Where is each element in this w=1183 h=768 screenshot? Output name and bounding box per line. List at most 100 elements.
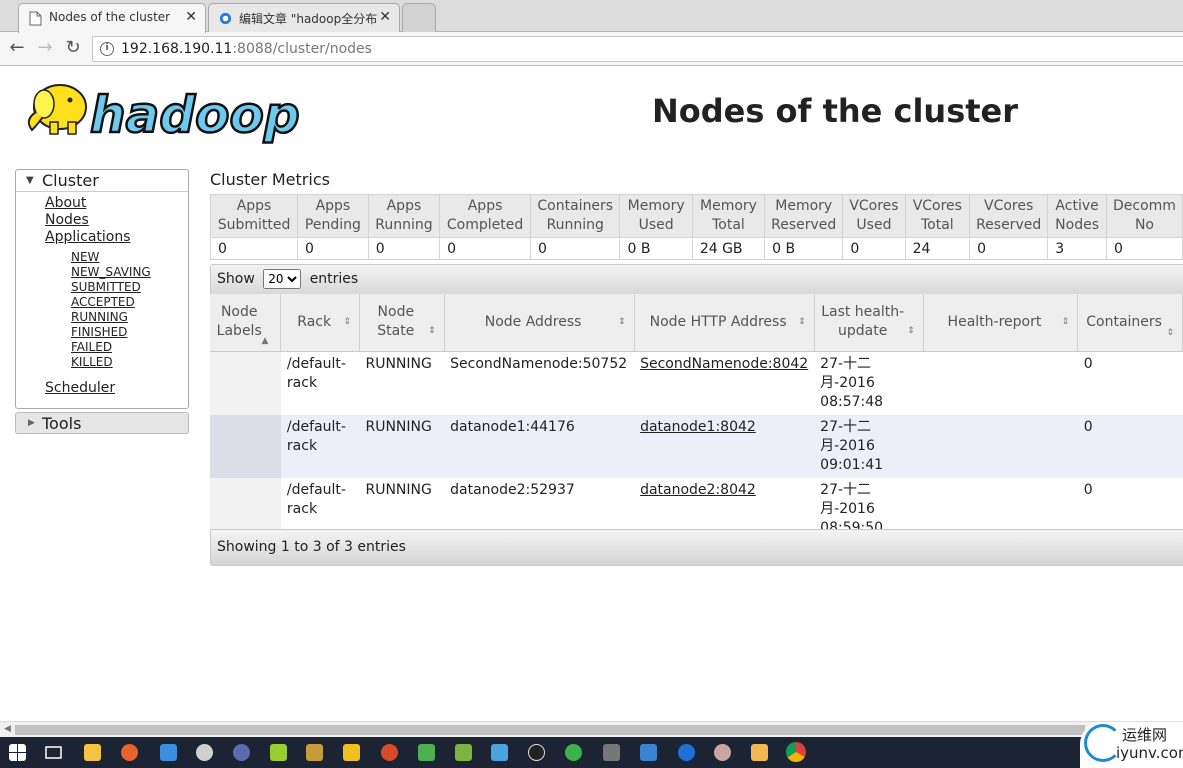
column-header-last-health-update[interactable]: Last health-update ⇕ xyxy=(814,294,924,352)
cell-containers: 0 xyxy=(1077,414,1183,478)
metric-active-nodes-link[interactable]: 3 xyxy=(1055,241,1064,257)
metrics-header: Apps Completed xyxy=(439,194,532,238)
close-icon[interactable]: ✕ xyxy=(185,9,197,25)
sidebar-app-finished[interactable]: FINISHED xyxy=(71,325,127,339)
app-icon[interactable] xyxy=(678,744,695,761)
app-icon[interactable] xyxy=(233,744,250,761)
cell-node-state: RUNNING xyxy=(359,414,445,478)
sidebar-app-new-saving[interactable]: NEW_SAVING xyxy=(71,265,151,279)
metrics-header: Decomm No xyxy=(1105,194,1183,238)
sidebar-link-nodes[interactable]: Nodes xyxy=(45,212,89,228)
tab-title: Nodes of the cluster xyxy=(49,10,171,24)
cell-rack: /default-rack xyxy=(280,414,360,478)
table-length-control: Show 20 entries xyxy=(210,264,1183,295)
cluster-label: Cluster xyxy=(42,171,99,190)
back-arrow-icon[interactable]: ← xyxy=(6,37,28,59)
metrics-header: Apps Running xyxy=(367,194,441,238)
column-header-node-http-address[interactable]: Node HTTP Address ⇕ xyxy=(634,294,815,352)
show-label: Show xyxy=(217,271,255,287)
app-icon[interactable] xyxy=(418,744,435,761)
metric-apps-completed: 0 xyxy=(439,237,532,260)
wechat-icon[interactable] xyxy=(565,744,582,761)
page-size-select[interactable]: 20 xyxy=(263,269,302,289)
metric-memory-used: 0 B xyxy=(619,237,693,260)
app-icon[interactable] xyxy=(714,744,731,761)
qq-icon[interactable] xyxy=(528,744,545,761)
metrics-header: Memory Used xyxy=(619,194,693,238)
column-header-node-labels[interactable]: Node Labels ▲ xyxy=(210,294,282,352)
info-icon[interactable]: i xyxy=(100,42,114,56)
url-host: 192.168.190.11 xyxy=(121,41,233,57)
cell-node-state: RUNNING xyxy=(359,351,445,415)
tab-edit-article[interactable]: 编辑文章 "hadoop全分布 ✕ xyxy=(208,3,400,32)
app-icon[interactable] xyxy=(381,744,398,761)
sidebar-app-killed[interactable]: KILLED xyxy=(71,355,113,369)
metric-containers-running: 0 xyxy=(530,237,621,260)
sort-icon: ⇕ xyxy=(907,326,915,336)
horizontal-scrollbar[interactable]: ◀ xyxy=(0,721,1183,737)
file-explorer-icon[interactable] xyxy=(84,744,101,761)
tab-title: 编辑文章 "hadoop全分布 xyxy=(239,12,378,26)
sidebar-app-submitted[interactable]: SUBMITTED xyxy=(71,280,141,294)
browser-tab-bar: Nodes of the cluster ✕ 编辑文章 "hadoop全分布 ✕ xyxy=(0,0,1183,33)
new-tab-button[interactable] xyxy=(402,3,436,32)
cell-last-health-update: 27-十二 月-2016 08:57:48 xyxy=(814,351,924,415)
app-icon[interactable] xyxy=(160,744,177,761)
table-row: /default-rack RUNNING SecondNamenode:507… xyxy=(210,351,1183,415)
cell-health-report xyxy=(923,351,1078,415)
column-header-containers[interactable]: Containers ⇕ xyxy=(1077,294,1183,352)
tab-nodes-of-the-cluster[interactable]: Nodes of the cluster ✕ xyxy=(18,3,206,33)
sidebar-link-scheduler[interactable]: Scheduler xyxy=(45,380,115,396)
app-icon[interactable] xyxy=(343,744,360,761)
table-info: Showing 1 to 3 of 3 entries xyxy=(210,529,1183,566)
watermark-cn: 运维网 xyxy=(1122,726,1168,744)
sidebar-link-about[interactable]: About xyxy=(45,195,86,211)
column-header-node-address[interactable]: Node Address ⇕ xyxy=(444,294,635,352)
sort-icon: ⇕ xyxy=(343,317,351,327)
node-http-address-link[interactable]: datanode1:8042 xyxy=(640,419,756,435)
sidebar-app-accepted[interactable]: ACCEPTED xyxy=(71,295,135,309)
cell-health-report xyxy=(923,414,1078,478)
cell-node-address: SecondNamenode:50752 xyxy=(444,351,635,415)
page-icon xyxy=(29,11,42,26)
firefox-icon[interactable] xyxy=(121,744,138,761)
url-input[interactable]: i 192.168.190.11:8088/cluster/nodes xyxy=(92,36,1183,62)
metric-vcores-total: 24 xyxy=(904,237,971,260)
app-icon[interactable] xyxy=(455,744,472,761)
caret-right-icon: ▶ xyxy=(28,418,35,428)
column-header-health-report[interactable]: Health-report ⇕ xyxy=(923,294,1079,352)
sidebar-app-failed[interactable]: FAILED xyxy=(71,340,112,354)
app-icon[interactable] xyxy=(751,744,768,761)
settings-gear-icon[interactable] xyxy=(196,744,213,761)
sidebar-app-new[interactable]: NEW xyxy=(71,250,99,264)
scrollbar-thumb[interactable] xyxy=(15,725,1085,735)
app-icon[interactable] xyxy=(640,744,657,761)
windows-start-icon[interactable] xyxy=(9,744,26,761)
scroll-left-icon[interactable]: ◀ xyxy=(4,724,11,734)
notepad-icon[interactable] xyxy=(270,744,287,761)
node-http-address-link[interactable]: SecondNamenode:8042 xyxy=(640,356,808,372)
node-http-address-link[interactable]: datanode2:8042 xyxy=(640,482,756,498)
metric-memory-total: 24 GB xyxy=(691,237,766,260)
app-icon[interactable] xyxy=(603,744,620,761)
app-icon[interactable] xyxy=(491,744,508,761)
column-header-node-state[interactable]: Node State ⇕ xyxy=(359,294,445,352)
chrome-icon[interactable] xyxy=(786,742,806,762)
close-icon[interactable]: ✕ xyxy=(379,9,391,25)
metric-decommissioned-nodes-link[interactable]: 0 xyxy=(1114,241,1123,257)
metrics-header: VCores Used xyxy=(842,194,906,238)
sidebar-link-applications[interactable]: Applications xyxy=(45,229,131,245)
task-view-icon[interactable] xyxy=(45,744,62,761)
caret-down-icon: ▼ xyxy=(26,175,34,186)
forward-arrow-icon[interactable]: → xyxy=(34,37,56,59)
sort-icon: ⇕ xyxy=(798,317,806,327)
tools-nav-header[interactable]: ▶ Tools xyxy=(15,412,189,434)
hadoop-logo[interactable]: hadoop xyxy=(18,74,318,144)
sort-icon: ⇕ xyxy=(1166,328,1174,338)
metrics-title: Cluster Metrics xyxy=(210,170,330,189)
sidebar-app-running[interactable]: RUNNING xyxy=(71,310,128,324)
reload-icon[interactable]: ↻ xyxy=(62,37,84,59)
app-icon[interactable] xyxy=(306,744,323,761)
cluster-nav-header[interactable]: ▼ Cluster xyxy=(16,170,188,192)
column-header-rack[interactable]: Rack ⇕ xyxy=(280,294,360,352)
